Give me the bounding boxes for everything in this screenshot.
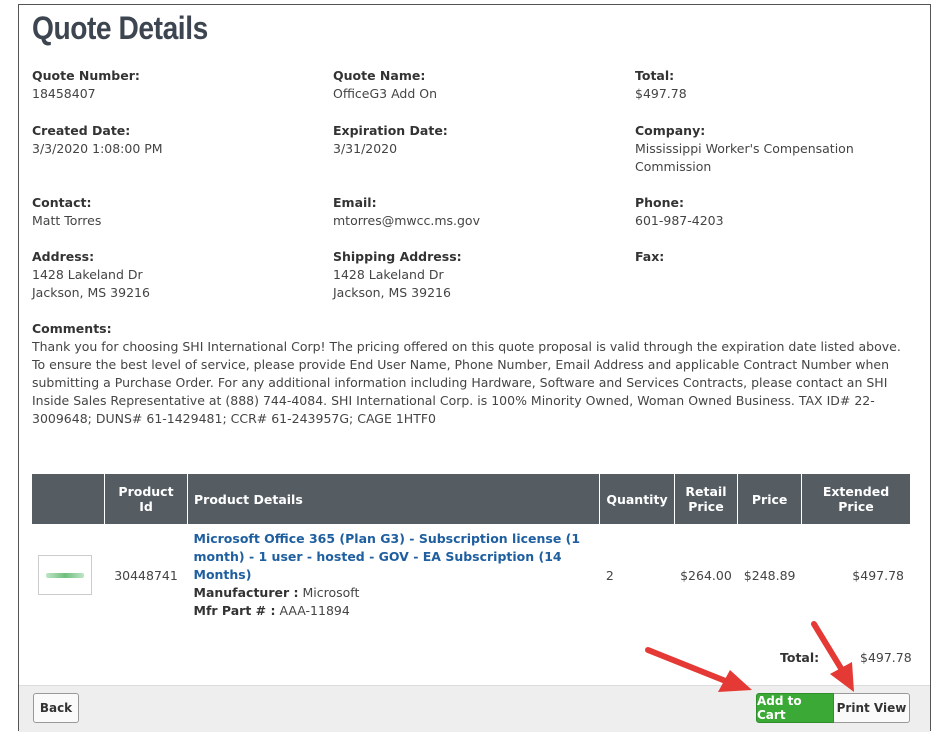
- page-title: Quote Details: [32, 10, 208, 46]
- shipping-address-field: Shipping Address: 1428 Lakeland Dr Jacks…: [333, 248, 462, 302]
- comments-label: Comments:: [32, 321, 112, 336]
- product-details-cell: Microsoft Office 365 (Plan G3) - Subscri…: [188, 524, 600, 626]
- summary-total-label: Total:: [780, 650, 820, 665]
- col-product-details-header: Product Details: [187, 474, 601, 524]
- col-quantity-header: Quantity: [599, 474, 675, 524]
- mfr-part-label: Mfr Part # :: [193, 603, 276, 618]
- col-image-header: [32, 474, 105, 524]
- comments-text: Thank you for choosing SHI International…: [32, 339, 901, 426]
- col-product-id-header: Product Id: [104, 474, 188, 524]
- phone-value: 601-987-4203: [635, 213, 724, 228]
- mfr-part-value: AAA-11894: [279, 603, 350, 618]
- add-to-cart-button[interactable]: Add to Cart: [756, 693, 834, 723]
- table-header-row: Product Id Product Details Quantity Reta…: [32, 474, 910, 524]
- back-button[interactable]: Back: [33, 693, 79, 723]
- quantity-cell: 2: [605, 567, 614, 583]
- created-date-field: Created Date: 3/3/2020 1:08:00 PM: [32, 122, 163, 158]
- created-date-value: 3/3/2020 1:08:00 PM: [32, 141, 163, 156]
- company-label: Company:: [635, 123, 706, 138]
- print-view-button[interactable]: Print View: [834, 693, 910, 723]
- email-field: Email: mtorres@mwcc.ms.gov: [333, 194, 480, 230]
- mfr-part-line: Mfr Part # : AAA-11894: [194, 602, 594, 620]
- col-extended-price-header: Extended Price: [801, 474, 910, 524]
- quote-name-label: Quote Name:: [333, 68, 426, 83]
- address-field: Address: 1428 Lakeland Dr Jackson, MS 39…: [32, 248, 150, 302]
- company-value: Mississippi Worker's Compensation Commis…: [635, 141, 854, 174]
- created-date-label: Created Date:: [32, 123, 131, 138]
- fax-field: Fax:: [635, 248, 664, 266]
- col-price-header: Price: [737, 474, 802, 524]
- contact-field: Contact: Matt Torres: [32, 194, 101, 230]
- quote-name-value: OfficeG3 Add On: [333, 86, 438, 101]
- shipping-address-label: Shipping Address:: [333, 249, 462, 264]
- total-label: Total:: [635, 68, 675, 83]
- quote-number-label: Quote Number:: [32, 68, 140, 83]
- quote-number-field: Quote Number: 18458407: [32, 67, 140, 103]
- fax-label: Fax:: [635, 249, 665, 264]
- company-field: Company: Mississippi Worker's Compensati…: [635, 122, 895, 176]
- retail-price-cell: $264.00: [680, 567, 732, 583]
- product-id-cell: 30448741: [114, 567, 178, 583]
- extended-price-cell: $497.78: [852, 567, 904, 583]
- price-cell: $248.89: [743, 567, 796, 583]
- phone-label: Phone:: [635, 195, 685, 210]
- expiration-date-value: 3/31/2020: [333, 141, 398, 156]
- quote-name-field: Quote Name: OfficeG3 Add On: [333, 67, 437, 103]
- total-value: $497.78: [635, 86, 687, 101]
- manufacturer-label: Manufacturer :: [193, 585, 299, 600]
- address-label: Address:: [32, 249, 95, 264]
- phone-field: Phone: 601-987-4203: [635, 194, 724, 230]
- quote-items-table: Product Id Product Details Quantity Reta…: [32, 474, 910, 626]
- total-field: Total: $497.78: [635, 67, 687, 103]
- contact-value: Matt Torres: [32, 213, 102, 228]
- address-value: 1428 Lakeland Dr Jackson, MS 39216: [32, 267, 150, 300]
- product-thumbnail-icon[interactable]: [38, 555, 92, 595]
- contact-label: Contact:: [32, 195, 92, 210]
- manufacturer-value: Microsoft: [302, 585, 360, 600]
- product-name-link[interactable]: Microsoft Office 365 (Plan G3) - Subscri…: [194, 530, 594, 584]
- expiration-date-field: Expiration Date: 3/31/2020: [333, 122, 448, 158]
- table-row: 30448741 Microsoft Office 365 (Plan G3) …: [32, 524, 910, 626]
- col-retail-price-header: Retail Price: [674, 474, 739, 524]
- quote-number-value: 18458407: [32, 86, 96, 101]
- manufacturer-line: Manufacturer : Microsoft: [194, 584, 594, 602]
- comments-section: Comments: Thank you for choosing SHI Int…: [32, 320, 912, 428]
- expiration-date-label: Expiration Date:: [333, 123, 448, 138]
- shipping-address-value: 1428 Lakeland Dr Jackson, MS 39216: [333, 267, 451, 300]
- summary-total-value: $497.78: [860, 650, 912, 665]
- email-label: Email:: [333, 195, 377, 210]
- email-value: mtorres@mwcc.ms.gov: [333, 213, 480, 228]
- product-image-cell: [32, 524, 105, 626]
